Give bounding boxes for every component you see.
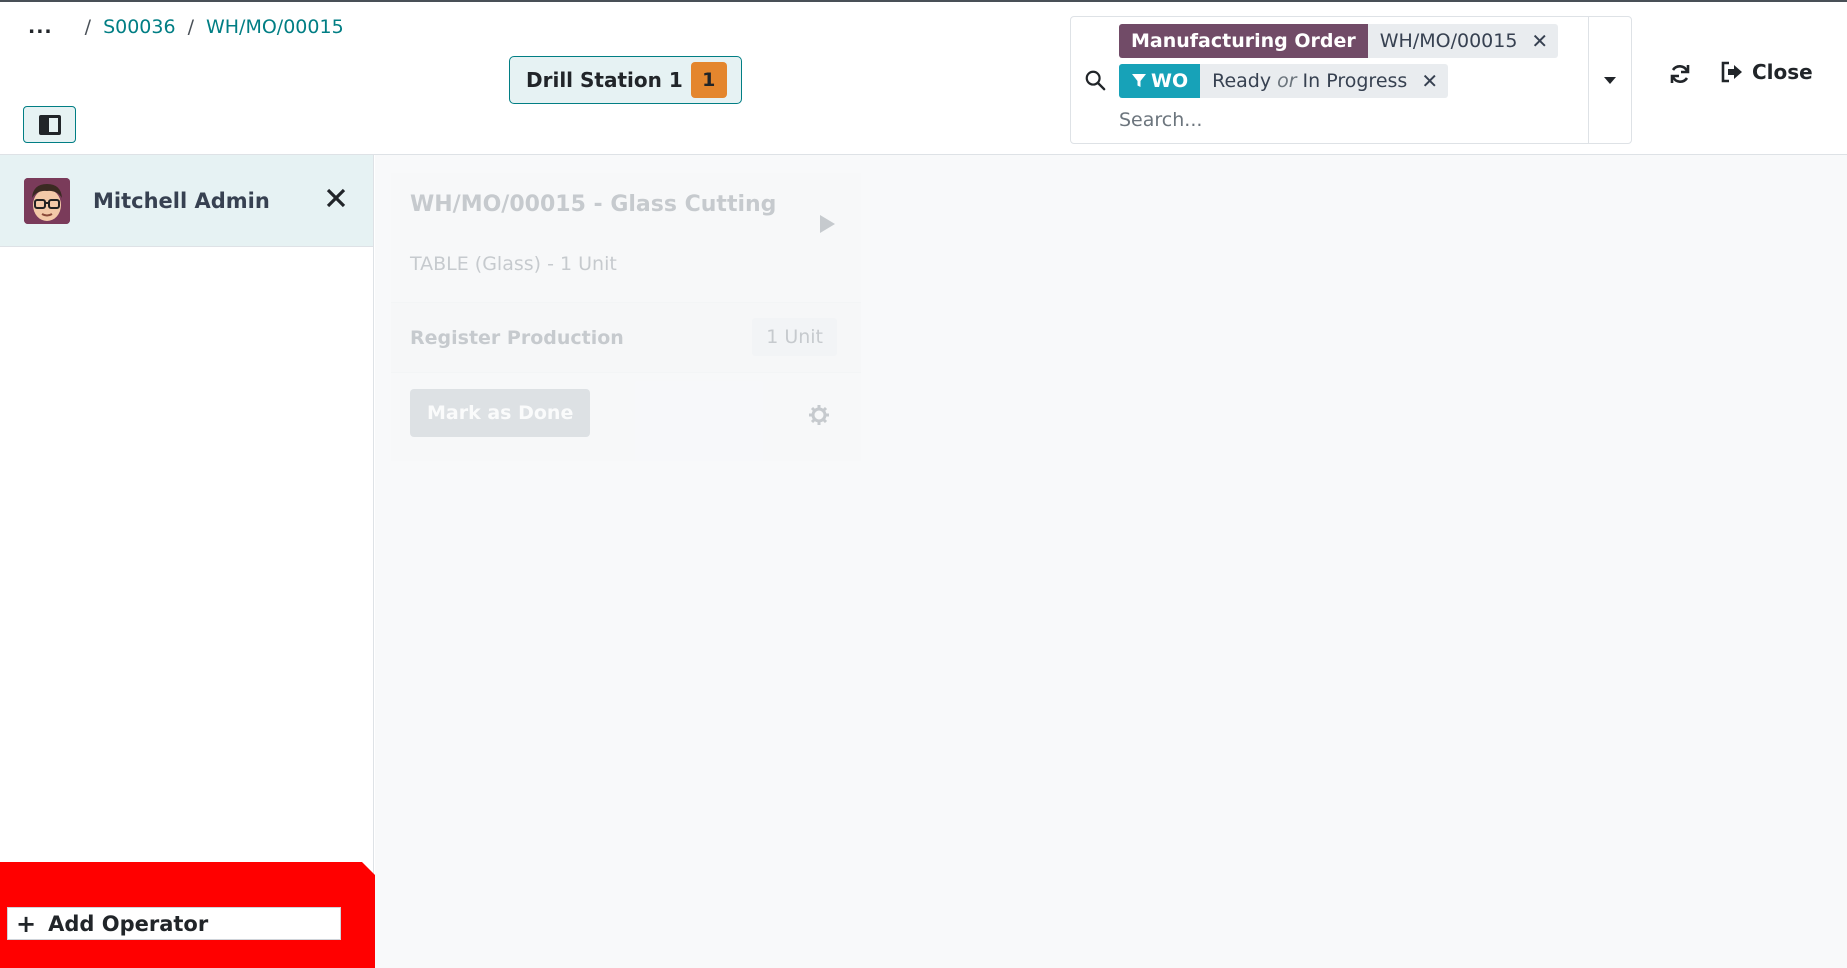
operator-name: Mitchell Admin	[93, 188, 270, 213]
close-icon[interactable]	[325, 187, 347, 209]
facet-remove-icon[interactable]: ✕	[1531, 29, 1548, 53]
facet-value: Ready or In Progress ✕	[1200, 64, 1449, 98]
sidebar-panel-icon	[38, 114, 61, 135]
breadcrumb-separator: /	[187, 16, 194, 38]
facet-label: WO	[1119, 64, 1201, 98]
breadcrumb-manufacturing-order[interactable]: WH/MO/00015	[206, 16, 344, 38]
workorder-card-header: WH/MO/00015 - Glass Cutting TABLE (Glass…	[391, 173, 861, 303]
workorder-card[interactable]: WH/MO/00015 - Glass Cutting TABLE (Glass…	[391, 173, 861, 463]
facet-value-text: WH/MO/00015	[1379, 30, 1518, 52]
avatar	[24, 177, 70, 224]
play-icon[interactable]	[820, 215, 835, 233]
facet-value-ready: Ready	[1212, 70, 1272, 92]
workorder-title: WH/MO/00015 - Glass Cutting	[410, 192, 777, 217]
close-label: Close	[1752, 60, 1813, 84]
gear-icon[interactable]	[809, 405, 829, 425]
workorder-card-footer: Mark as Done	[391, 373, 861, 461]
breadcrumb: ... / S00036 / WH/MO/00015	[28, 16, 344, 38]
breadcrumb-sale-order[interactable]: S00036	[103, 16, 176, 38]
facet-value: WH/MO/00015 ✕	[1367, 24, 1559, 58]
breadcrumb-separator: /	[84, 16, 92, 38]
facet-separator: or	[1277, 70, 1297, 92]
search-panel: Manufacturing Order WH/MO/00015 ✕ WO Rea…	[1070, 16, 1632, 144]
filter-icon	[1132, 74, 1146, 87]
add-operator-button[interactable]: + Add Operator	[7, 907, 341, 940]
search-options-toggle[interactable]	[1588, 17, 1631, 143]
step-quantity: 1 Unit	[752, 318, 837, 356]
workorder-area: WH/MO/00015 - Glass Cutting TABLE (Glass…	[375, 155, 1847, 968]
facet-remove-icon[interactable]: ✕	[1421, 69, 1438, 93]
step-label: Register Production	[410, 326, 624, 349]
facet-manufacturing-order: Manufacturing Order WH/MO/00015 ✕	[1119, 24, 1559, 58]
workstation-count-badge: 1	[690, 62, 727, 98]
workorder-product: TABLE (Glass) - 1 Unit	[410, 253, 617, 275]
search-input[interactable]	[1119, 109, 1539, 131]
workstation-button[interactable]: Drill Station 1 1	[509, 56, 742, 104]
search-facets: Manufacturing Order WH/MO/00015 ✕ WO Rea…	[1119, 24, 1559, 104]
facet-workorder-filter: WO Ready or In Progress ✕	[1119, 64, 1558, 98]
workstation-name: Drill Station 1	[526, 68, 683, 92]
add-operator-label: Add Operator	[48, 911, 209, 936]
facet-label-text: WO	[1151, 70, 1189, 92]
plus-icon: +	[16, 909, 37, 938]
mark-as-done-button[interactable]: Mark as Done	[410, 389, 591, 437]
search-icon	[1085, 70, 1106, 91]
caret-down-icon	[1604, 76, 1616, 84]
facet-label: Manufacturing Order	[1119, 24, 1368, 58]
facet-value-in-progress: In Progress	[1302, 70, 1408, 92]
operator-sidebar: Mitchell Admin	[0, 155, 374, 968]
sign-out-icon	[1721, 61, 1742, 83]
breadcrumb-more-button[interactable]: ...	[28, 16, 53, 38]
register-production-step[interactable]: Register Production 1 Unit	[391, 303, 861, 373]
user-avatar-icon	[24, 177, 70, 224]
control-panel: ... / S00036 / WH/MO/00015 Drill Station…	[0, 2, 1847, 155]
sidebar-toggle-button[interactable]	[23, 106, 76, 143]
refresh-icon[interactable]	[1668, 62, 1692, 86]
operator-item[interactable]: Mitchell Admin	[0, 155, 373, 247]
close-button[interactable]: Close	[1720, 60, 1813, 84]
